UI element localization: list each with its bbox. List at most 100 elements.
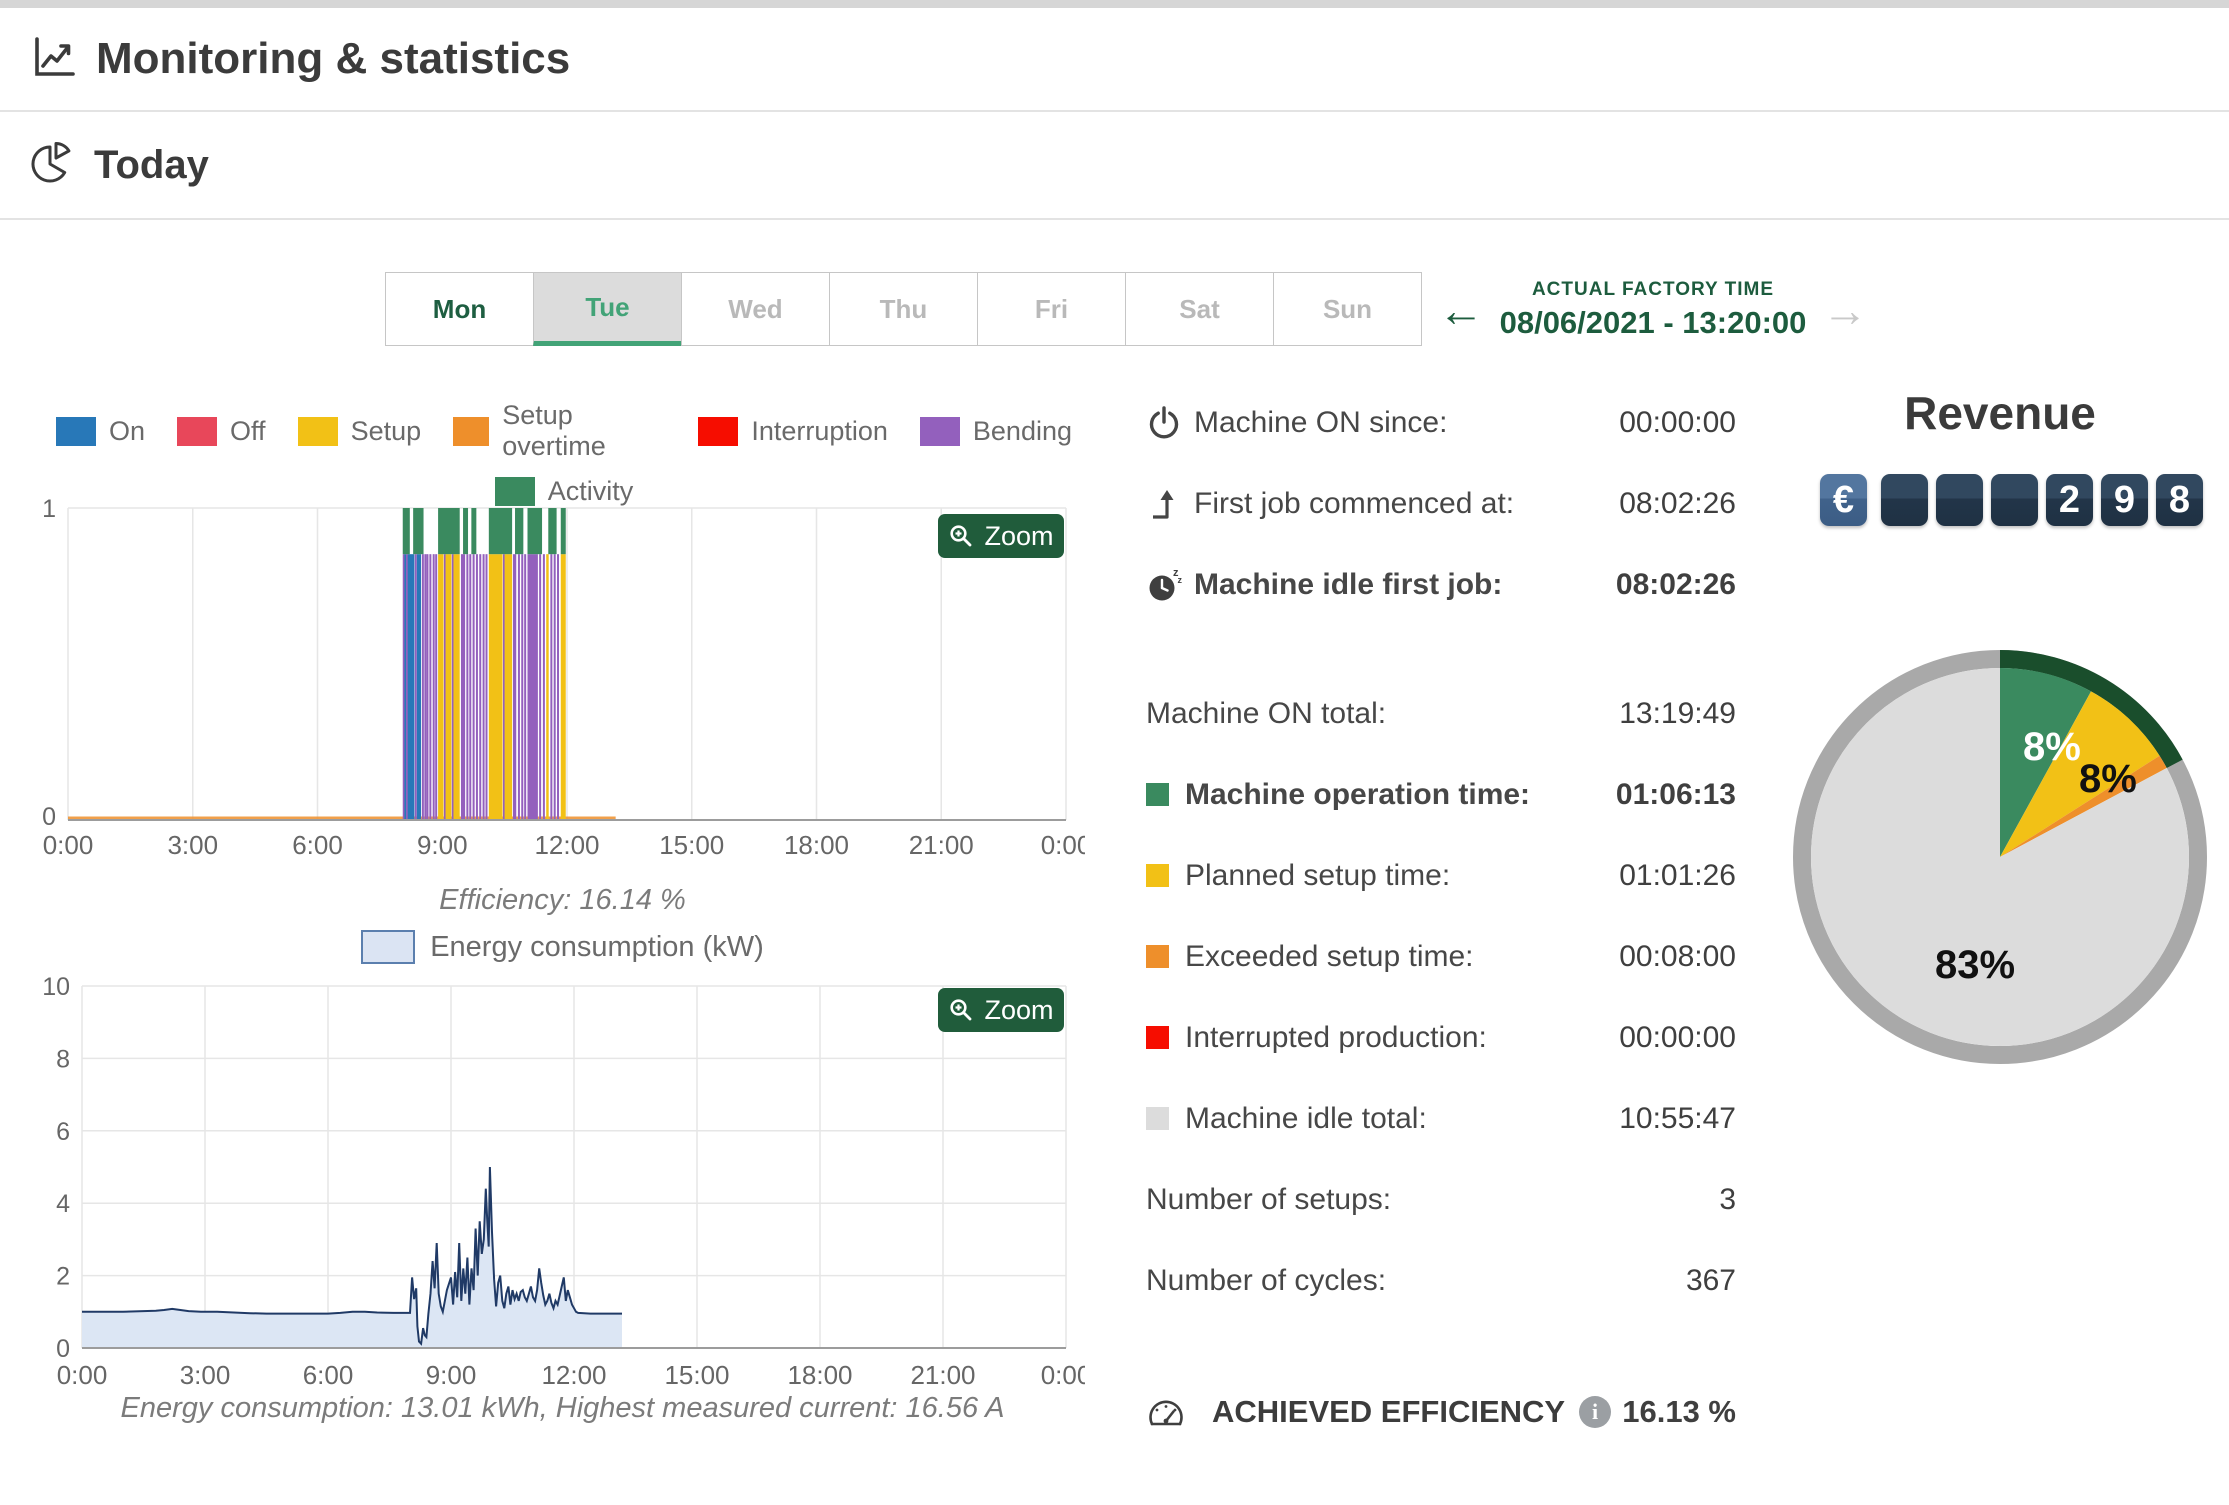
magnifier-plus-icon bbox=[950, 525, 972, 547]
stats-rows: Machine ON since: 00:00:00 First job comme… bbox=[1146, 382, 1736, 1321]
legend-swatch-setup bbox=[297, 416, 338, 446]
legend-swatch-setup-overtime bbox=[453, 416, 490, 446]
stat-row-1: First job commenced at: 08:02:26 bbox=[1146, 463, 1736, 544]
achieved-efficiency-row: ACHIEVED EFFICIENCY i 16.13 % bbox=[1146, 1371, 1736, 1452]
svg-text:18:00: 18:00 bbox=[787, 1360, 852, 1390]
time-distribution-pie-chart: 8%8% 83% bbox=[1793, 650, 2207, 1064]
page-title: Monitoring & statistics bbox=[96, 34, 571, 83]
next-day-arrow-icon[interactable]: → bbox=[1822, 287, 1868, 333]
stat-value: 367 bbox=[1685, 1263, 1736, 1297]
legend-label: Setup overtime bbox=[502, 400, 606, 461]
factory-time-value: 08/06/2021 - 13:20:00 bbox=[1499, 305, 1807, 340]
zoom-button-energy[interactable]: Zoom bbox=[938, 988, 1064, 1032]
legend-item-bending: Bending bbox=[919, 415, 1072, 447]
svg-text:12:00: 12:00 bbox=[541, 1360, 606, 1390]
revenue-digit-tile-1 bbox=[1936, 474, 1983, 526]
stat-swatch-interruption bbox=[1146, 1026, 1169, 1049]
stat-label: Exceeded setup time: bbox=[1185, 939, 1474, 973]
svg-text:8%: 8% bbox=[2079, 757, 2137, 801]
svg-text:9:00: 9:00 bbox=[426, 1360, 477, 1390]
info-icon[interactable]: i bbox=[1579, 1395, 1612, 1428]
svg-text:0:00: 0:00 bbox=[1041, 1360, 1085, 1390]
energy-legend-swatch bbox=[361, 930, 416, 964]
revenue-digit-tile-2 bbox=[1991, 474, 2038, 526]
stat-value: 00:08:00 bbox=[1619, 939, 1736, 973]
magnifier-plus-icon bbox=[950, 999, 972, 1021]
legend-label: On bbox=[109, 415, 146, 446]
legend-item-setup-overtime: Setup overtime bbox=[453, 400, 666, 462]
svg-text:2: 2 bbox=[56, 1263, 70, 1291]
efficiency-caption: Efficiency: 16.14 % bbox=[439, 884, 686, 916]
zoom-button-activity[interactable]: Zoom bbox=[938, 514, 1064, 558]
stat-label: Machine operation time: bbox=[1185, 777, 1531, 811]
tab-thu[interactable]: Thu bbox=[829, 272, 978, 346]
tab-mon[interactable]: Mon bbox=[385, 272, 534, 346]
stat-label: Machine ON since: bbox=[1194, 405, 1448, 439]
stat-swatch-activity bbox=[1146, 783, 1169, 806]
svg-text:3:00: 3:00 bbox=[167, 830, 218, 860]
app-header: Monitoring & statistics bbox=[0, 8, 2229, 112]
previous-day-arrow-icon[interactable]: ← bbox=[1438, 287, 1484, 333]
power-icon bbox=[1146, 404, 1194, 442]
revenue-digit-tile-3: 2 bbox=[2046, 474, 2093, 526]
legend-swatch-bending bbox=[919, 416, 960, 446]
svg-text:21:00: 21:00 bbox=[909, 830, 974, 860]
legend-row-1: On Off Setup Setup overtime Interruption Bend… bbox=[40, 400, 1088, 462]
energy-caption: Energy consumption: 13.01 kWh, Highest m… bbox=[120, 1392, 1005, 1424]
stat-swatch-setup-overtime bbox=[1146, 945, 1169, 968]
activity-timeline-chart: 100:00 3:00 6:00 9:00 12:00 15:00 18:00 21:00 0:… bbox=[42, 496, 1085, 860]
stat-row-4: Machine operation time: 01:06:13 bbox=[1146, 754, 1736, 835]
tab-tue[interactable]: Tue bbox=[533, 272, 682, 346]
revenue-counter: €2 9 8 bbox=[1820, 474, 2203, 526]
stat-value: 00:00:00 bbox=[1619, 1020, 1736, 1054]
stat-row-5: Planned setup time: 01:01:26 bbox=[1146, 835, 1736, 916]
stat-row-10: Number of cycles: 367 bbox=[1146, 1240, 1736, 1321]
section-header: Today bbox=[0, 112, 2229, 220]
stat-row-3: Machine ON total: 13:19:49 bbox=[1146, 673, 1736, 754]
machine-stats-panel: Machine ON since: 00:00:00 First job comme… bbox=[1146, 382, 1736, 1452]
tab-sun[interactable]: Sun bbox=[1273, 272, 1422, 346]
stat-value: 01:01:26 bbox=[1619, 858, 1736, 892]
stat-value: 01:06:13 bbox=[1615, 777, 1736, 811]
energy-consumption-chart: 0 2 4 6 8 10 0:00 3:00 6:00 9:00 12:00 15:00 18:00 21… bbox=[42, 973, 1085, 1390]
legend-label: Off bbox=[230, 415, 266, 446]
svg-text:0:00: 0:00 bbox=[43, 830, 94, 860]
stat-value: 08:02:26 bbox=[1615, 567, 1736, 601]
revenue-digit-tile-5: 8 bbox=[2156, 474, 2203, 526]
stat-row-6: Exceeded setup time: 00:08:00 bbox=[1146, 916, 1736, 997]
revenue-title: Revenue bbox=[1904, 387, 2096, 439]
svg-text:0: 0 bbox=[42, 803, 56, 831]
legend-item-off: Off bbox=[177, 416, 266, 447]
tab-fri[interactable]: Fri bbox=[977, 272, 1126, 346]
legend-label: Bending bbox=[972, 415, 1072, 446]
line-chart-icon bbox=[30, 33, 78, 86]
stat-swatch-idle bbox=[1146, 1107, 1169, 1130]
stat-label: Number of cycles: bbox=[1146, 1263, 1387, 1297]
stat-label: Interrupted production: bbox=[1185, 1020, 1487, 1054]
idle-clock-icon: zz bbox=[1146, 566, 1194, 604]
svg-text:15:00: 15:00 bbox=[664, 1360, 729, 1390]
tab-wed[interactable]: Wed bbox=[681, 272, 830, 346]
svg-text:15:00: 15:00 bbox=[659, 830, 724, 860]
stat-row-8: Machine idle total: 10:55:47 bbox=[1146, 1078, 1736, 1159]
stat-label: Machine idle total: bbox=[1185, 1101, 1427, 1135]
factory-time-block: ← ACTUAL FACTORY TIME 08/06/2021 - 13:20… bbox=[1438, 270, 1868, 350]
stat-label: First job commenced at: bbox=[1194, 486, 1515, 520]
stat-value: 3 bbox=[1719, 1182, 1736, 1216]
day-tabs: Mon Tue Wed Thu Fri Sat Sun bbox=[385, 272, 1422, 346]
svg-text:10: 10 bbox=[42, 973, 70, 1001]
svg-text:9:00: 9:00 bbox=[417, 830, 468, 860]
legend-swatch-on bbox=[56, 416, 96, 446]
svg-text:12:00: 12:00 bbox=[534, 830, 599, 860]
stat-value: 13:19:49 bbox=[1619, 696, 1736, 730]
svg-text:6: 6 bbox=[56, 1118, 70, 1146]
svg-text:z: z bbox=[1178, 575, 1183, 585]
legend-item-on: On bbox=[56, 416, 145, 447]
stat-value: 08:02:26 bbox=[1619, 486, 1736, 520]
tab-sat[interactable]: Sat bbox=[1125, 272, 1274, 346]
energy-legend: Energy consumption (kW) bbox=[40, 930, 1085, 964]
pie-chart-icon bbox=[30, 140, 76, 191]
svg-text:0:00: 0:00 bbox=[57, 1360, 108, 1390]
stat-label: Number of setups: bbox=[1146, 1182, 1392, 1216]
achieved-efficiency-label: ACHIEVED EFFICIENCY bbox=[1212, 1393, 1566, 1429]
